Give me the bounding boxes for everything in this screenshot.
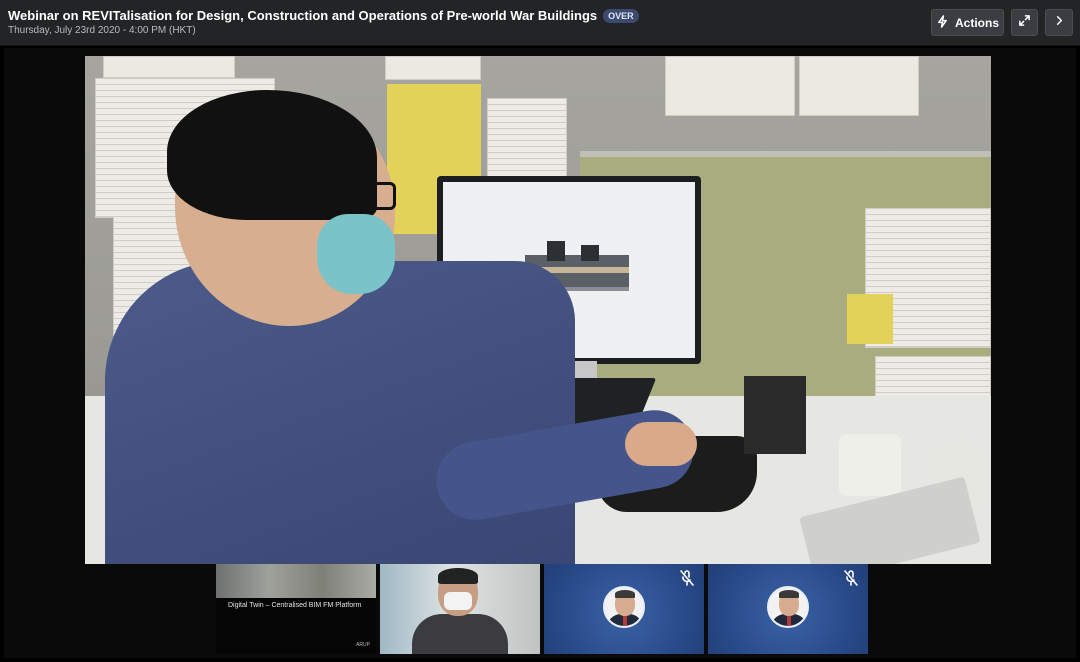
- expand-icon: [1018, 14, 1031, 32]
- chevron-right-icon: [1053, 14, 1066, 32]
- presenter-glasses: [300, 182, 396, 210]
- presenter-mask: [317, 214, 395, 294]
- thumbnail-avatar-2[interactable]: [708, 564, 868, 654]
- expand-button[interactable]: [1011, 9, 1038, 36]
- mic-off-icon: [842, 569, 860, 587]
- avatar: [603, 586, 645, 628]
- actions-button[interactable]: Actions: [931, 9, 1004, 36]
- webinar-title: Webinar on REVITalisation for Design, Co…: [8, 8, 598, 23]
- participant-body: [412, 614, 508, 654]
- avatar-tie: [787, 614, 791, 626]
- video-stage: Digital Twin – Centralised BIM FM Platfo…: [4, 48, 1076, 658]
- next-button[interactable]: [1045, 9, 1073, 36]
- pen-holder: [744, 376, 806, 454]
- actions-label: Actions: [954, 15, 999, 30]
- thumbnail-camera[interactable]: [380, 564, 540, 654]
- avatar-tie: [623, 614, 627, 626]
- sticky-note: [847, 294, 893, 344]
- mug: [839, 434, 901, 496]
- wall-paper: [385, 56, 481, 80]
- presenter-hand: [625, 422, 697, 466]
- slide-logo: ARUP: [356, 642, 370, 648]
- wall-paper: [487, 98, 567, 184]
- thumbnail-slide[interactable]: Digital Twin – Centralised BIM FM Platfo…: [216, 564, 376, 654]
- avatar: [767, 586, 809, 628]
- avatar-hair: [615, 590, 635, 598]
- participant-strip: Digital Twin – Centralised BIM FM Platfo…: [216, 564, 868, 654]
- top-bar: Webinar on REVITalisation for Design, Co…: [0, 0, 1080, 46]
- slide-image: [216, 564, 376, 598]
- avatar-hair: [779, 590, 799, 598]
- participant-hair: [438, 568, 478, 584]
- title-row: Webinar on REVITalisation for Design, Co…: [8, 8, 639, 23]
- wall-paper: [799, 56, 919, 116]
- webinar-date: Thursday, July 23rd 2020 - 4:00 PM (HKT): [8, 25, 196, 36]
- participant-mask: [444, 592, 472, 610]
- thumbnail-avatar-1[interactable]: [544, 564, 704, 654]
- slide-caption: Digital Twin – Centralised BIM FM Platfo…: [228, 602, 362, 609]
- lightning-icon: [936, 14, 949, 31]
- wall-paper: [665, 56, 795, 116]
- main-video[interactable]: [85, 56, 991, 564]
- mic-off-icon: [678, 569, 696, 587]
- wall-paper: [103, 56, 235, 78]
- status-badge: OVER: [603, 8, 639, 23]
